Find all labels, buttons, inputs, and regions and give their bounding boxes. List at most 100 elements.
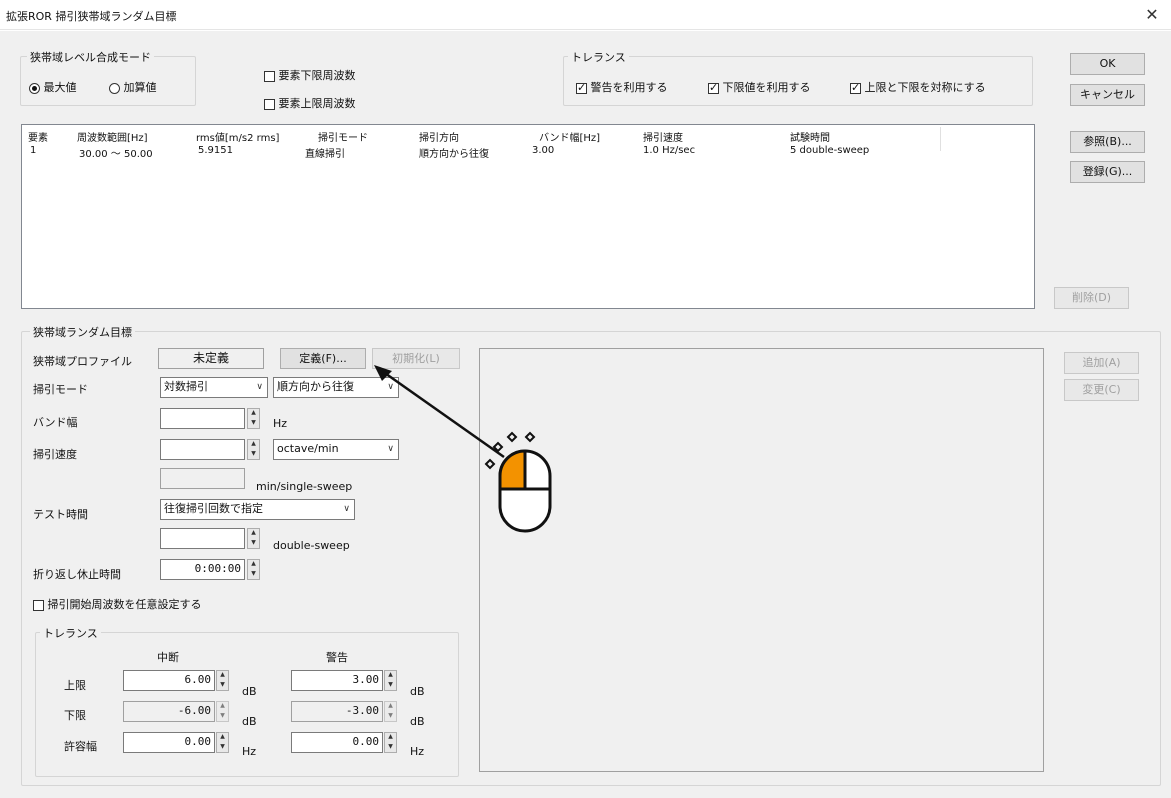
turn-rest-input[interactable]: 0:00:00 bbox=[160, 559, 245, 580]
col-header[interactable]: 試験時間 bbox=[790, 129, 830, 144]
tolerance-legend: トレランス bbox=[568, 49, 629, 65]
symmetric-check-label: 上限と下限を対称にする bbox=[864, 81, 986, 94]
upper-warn-unit: dB bbox=[410, 685, 425, 698]
width-warn-unit: Hz bbox=[410, 745, 425, 758]
col-header[interactable]: 周波数範囲[Hz] bbox=[77, 129, 148, 144]
col-header[interactable]: バンド幅[Hz] bbox=[539, 129, 600, 144]
start-freq-check[interactable]: 掃引開始周波数を任意設定する bbox=[33, 596, 202, 612]
sweep-speed-unit-value: octave/min bbox=[277, 442, 339, 455]
lower-abort-unit: dB bbox=[242, 715, 257, 728]
table-cell: 1 bbox=[30, 145, 37, 156]
profile-label: 狭帯域プロファイル bbox=[33, 355, 132, 368]
width-warn-input[interactable]: 0.00 bbox=[291, 732, 383, 753]
bandwidth-input[interactable] bbox=[160, 408, 245, 429]
warn-check[interactable]: 警告を利用する bbox=[576, 79, 668, 95]
tolerance-group: トレランス 警告を利用する 下限値を利用する 上限と下限を対称にする bbox=[563, 49, 1033, 106]
col-warn: 警告 bbox=[326, 651, 348, 664]
sweep-speed-label: 掃引速度 bbox=[33, 448, 77, 461]
width-warn-spinner[interactable]: ▲ ▼ bbox=[384, 732, 397, 753]
radio-max-indicator[interactable] bbox=[29, 82, 40, 94]
register-button[interactable]: 登録(G)... bbox=[1070, 161, 1145, 183]
double-sweep-unit: double-sweep bbox=[273, 539, 350, 552]
lower-warn-spinner[interactable]: ▲ ▼ bbox=[384, 701, 397, 722]
table-cell: 3.00 bbox=[532, 145, 555, 156]
col-header[interactable]: 掃引速度 bbox=[643, 129, 683, 144]
col-abort: 中断 bbox=[157, 651, 179, 664]
double-sweep-input[interactable] bbox=[160, 528, 245, 549]
sweep-speed-input[interactable] bbox=[160, 439, 245, 460]
radio-sum-label: 加算値 bbox=[123, 81, 157, 94]
warn-check-label: 警告を利用する bbox=[590, 81, 668, 94]
radio-sum[interactable]: 加算値 bbox=[109, 79, 157, 95]
double-sweep-spinner[interactable]: ▲ ▼ bbox=[247, 528, 260, 549]
single-sweep-input[interactable] bbox=[160, 468, 245, 489]
test-time-label: テスト時間 bbox=[33, 508, 88, 521]
symmetric-check-box[interactable] bbox=[850, 81, 861, 94]
inner-tolerance-legend: トレランス bbox=[40, 625, 101, 641]
table-cell: 直線掃引 bbox=[305, 149, 345, 160]
close-icon[interactable]: ✕ bbox=[1141, 4, 1163, 26]
lower-check-label: 下限値を利用する bbox=[722, 81, 811, 94]
element-lower-freq-check[interactable]: 要素下限周波数 bbox=[264, 67, 356, 83]
window-title: 拡張ROR 掃引狭帯域ランダム目標 bbox=[6, 10, 177, 23]
turn-rest-spinner[interactable]: ▲ ▼ bbox=[247, 559, 260, 580]
define-button[interactable]: 定義(F)... bbox=[280, 348, 366, 369]
test-time-select[interactable]: 往復掃引回数で指定 ∨ bbox=[160, 499, 355, 520]
tolerance-width-label: 許容幅 bbox=[64, 740, 97, 753]
start-freq-check-box[interactable] bbox=[33, 599, 44, 611]
table-row[interactable]: 1 30.00 ～ 50.00 5.9151 直線掃引 順方向から往復 3.00… bbox=[22, 145, 1034, 161]
upper-limit-label: 上限 bbox=[64, 679, 86, 692]
width-abort-unit: Hz bbox=[242, 745, 257, 758]
radio-max[interactable]: 最大値 bbox=[29, 79, 77, 95]
mouse-click-icon bbox=[484, 431, 552, 533]
chevron-down-icon: ∨ bbox=[256, 382, 263, 392]
synthesis-mode-legend: 狭帯域レベル合成モード bbox=[27, 49, 154, 65]
profile-preview-panel bbox=[479, 348, 1044, 772]
table-cell: 30.00 ～ 50.00 bbox=[79, 149, 153, 160]
sweep-speed-spinner[interactable]: ▲ ▼ bbox=[247, 439, 260, 460]
sweep-mode-label: 掃引モード bbox=[33, 383, 88, 396]
element-upper-freq-box[interactable] bbox=[264, 98, 275, 110]
element-list[interactable]: 要素 周波数範囲[Hz] rms値[m/s2 rms] 掃引モード 掃引方向 バ… bbox=[21, 124, 1035, 309]
warn-check-box[interactable] bbox=[576, 81, 587, 94]
col-header[interactable]: rms値[m/s2 rms] bbox=[196, 129, 279, 144]
title-bar: 拡張ROR 掃引狭帯域ランダム目標 ✕ bbox=[0, 0, 1171, 30]
table-cell: 順方向から往復 bbox=[419, 149, 489, 160]
col-header[interactable]: 要素 bbox=[28, 129, 48, 144]
width-abort-input[interactable]: 0.00 bbox=[123, 732, 215, 753]
lower-check-box[interactable] bbox=[708, 81, 719, 94]
bandwidth-spinner[interactable]: ▲ ▼ bbox=[247, 408, 260, 429]
lower-abort-input[interactable]: -6.00 bbox=[123, 701, 215, 722]
lower-abort-spinner[interactable]: ▲ ▼ bbox=[216, 701, 229, 722]
upper-abort-input[interactable]: 6.00 bbox=[123, 670, 215, 691]
bandwidth-unit: Hz bbox=[273, 417, 288, 430]
table-cell: 5.9151 bbox=[198, 145, 233, 156]
table-cell: 5 double-sweep bbox=[790, 145, 870, 156]
test-time-mode: 往復掃引回数で指定 bbox=[164, 502, 263, 515]
delete-button[interactable]: 削除(D) bbox=[1054, 287, 1129, 309]
sweep-mode-select[interactable]: 対数掃引 ∨ bbox=[160, 377, 268, 398]
upper-abort-spinner[interactable]: ▲ ▼ bbox=[216, 670, 229, 691]
bandwidth-label: バンド幅 bbox=[33, 416, 78, 429]
upper-warn-spinner[interactable]: ▲ ▼ bbox=[384, 670, 397, 691]
turn-rest-label: 折り返し休止時間 bbox=[33, 568, 121, 581]
element-lower-freq-label: 要素下限周波数 bbox=[278, 69, 356, 82]
cancel-button[interactable]: キャンセル bbox=[1070, 84, 1145, 106]
col-header[interactable]: 掃引モード bbox=[318, 129, 368, 144]
lower-check[interactable]: 下限値を利用する bbox=[708, 79, 811, 95]
dialog-body: 狭帯域レベル合成モード 最大値 加算値 要素下限周波数 要素上限周波数 トレラン… bbox=[0, 31, 1171, 798]
ok-button[interactable]: OK bbox=[1070, 53, 1145, 75]
symmetric-check[interactable]: 上限と下限を対称にする bbox=[850, 79, 986, 95]
browse-button[interactable]: 参照(B)... bbox=[1070, 131, 1145, 153]
radio-sum-indicator[interactable] bbox=[109, 82, 120, 94]
element-lower-freq-box[interactable] bbox=[264, 70, 275, 82]
col-header[interactable]: 掃引方向 bbox=[419, 129, 459, 144]
radio-max-label: 最大値 bbox=[43, 81, 77, 94]
synthesis-mode-group: 狭帯域レベル合成モード 最大値 加算値 bbox=[20, 49, 196, 106]
element-upper-freq-check[interactable]: 要素上限周波数 bbox=[264, 95, 356, 111]
start-freq-check-label: 掃引開始周波数を任意設定する bbox=[47, 598, 202, 611]
upper-warn-input[interactable]: 3.00 bbox=[291, 670, 383, 691]
lower-warn-input[interactable]: -3.00 bbox=[291, 701, 383, 722]
lower-warn-unit: dB bbox=[410, 715, 425, 728]
width-abort-spinner[interactable]: ▲ ▼ bbox=[216, 732, 229, 753]
